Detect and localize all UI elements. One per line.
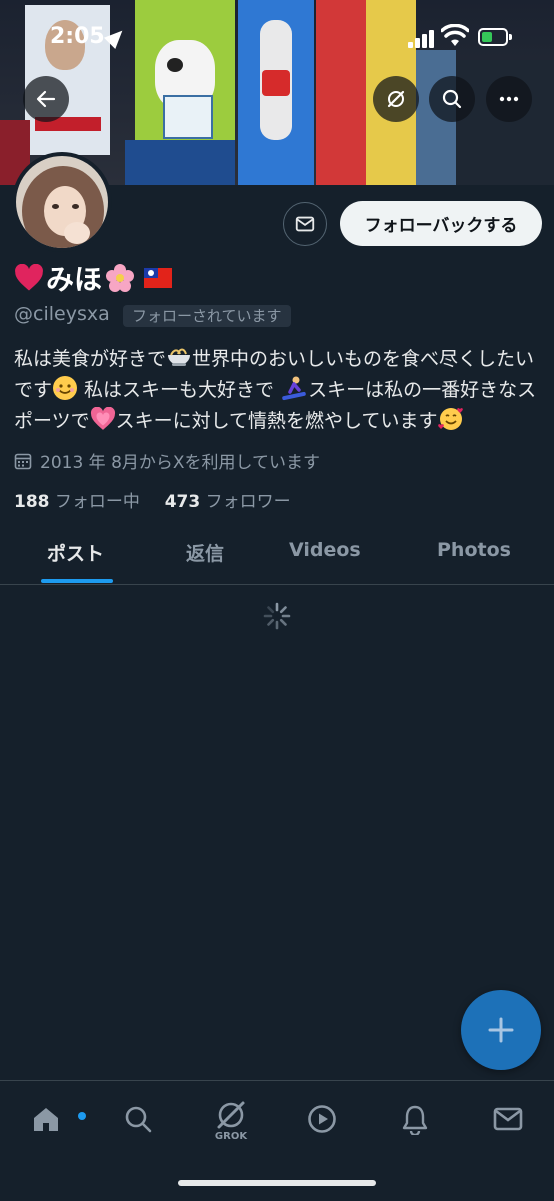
bell-icon	[402, 1105, 428, 1135]
following-link[interactable]: 188 フォロー中	[14, 492, 140, 512]
nav-video[interactable]	[300, 1097, 344, 1141]
compose-post-button[interactable]	[461, 990, 541, 1070]
battery-icon	[478, 28, 512, 46]
grok-icon	[387, 90, 405, 108]
smiling-face-with-hearts-emoji	[437, 408, 463, 430]
status-time: 2:05	[50, 24, 105, 49]
join-date: 2013 年 8月からXを利用しています	[14, 448, 320, 473]
avatar[interactable]	[12, 152, 112, 252]
followers-label: フォロワー	[205, 492, 291, 512]
following-count: 188	[14, 492, 50, 512]
tab-replies[interactable]: 返信	[186, 539, 224, 566]
home-icon	[34, 1108, 58, 1131]
follow-stats: 188 フォロー中 473 フォロワー	[14, 487, 291, 512]
cherry-blossom-emoji	[106, 264, 135, 292]
red-heart-emoji	[15, 264, 43, 291]
profile-tabs: ポスト 返信 Videos Photos	[0, 526, 554, 585]
taiwan-flag-emoji	[144, 268, 173, 288]
envelope-icon	[493, 1107, 523, 1131]
search-icon	[125, 1106, 152, 1133]
nav-search[interactable]	[116, 1097, 160, 1141]
join-date-text: 2013 年 8月からXを利用しています	[40, 453, 321, 473]
nav-messages[interactable]	[486, 1097, 530, 1141]
smiling-face-emoji	[53, 376, 78, 400]
profile-bio: 私は美食が好きで 世界中のおいしいものを食べ尽くしたいです 私はスキーも大好きで …	[14, 344, 542, 437]
arrow-left-icon	[36, 90, 56, 108]
search-icon	[442, 89, 462, 109]
snowboarder-emoji	[282, 376, 306, 401]
display-name: みほ	[14, 258, 173, 298]
home-indicator[interactable]	[178, 1180, 376, 1186]
loading-spinner-icon	[263, 602, 291, 630]
calendar-icon	[14, 453, 32, 469]
plus-icon	[488, 1017, 514, 1043]
nav-notifications[interactable]	[393, 1097, 437, 1141]
message-button[interactable]	[283, 202, 327, 246]
growing-heart-emoji	[90, 406, 115, 430]
bio-text: スキーに対して情熱を燃やしています	[115, 410, 438, 432]
banner-sign	[125, 140, 235, 185]
search-button[interactable]	[429, 76, 475, 122]
follow-back-button[interactable]: フォローバックする	[340, 201, 542, 246]
tab-posts[interactable]: ポスト	[47, 539, 104, 566]
active-tab-indicator	[41, 579, 113, 583]
play-circle-icon	[308, 1105, 336, 1133]
followers-link[interactable]: 473 フォロワー	[165, 492, 291, 512]
user-handle: @cileysxa	[14, 303, 110, 325]
wifi-icon	[441, 24, 469, 46]
envelope-icon	[295, 216, 315, 232]
more-options-button[interactable]	[486, 76, 532, 122]
follows-you-badge: フォローされています	[123, 305, 291, 327]
status-bar: 2:05	[0, 0, 554, 76]
grok-button[interactable]	[373, 76, 419, 122]
tab-photos[interactable]: Photos	[437, 539, 511, 561]
display-name-text: みほ	[46, 263, 103, 296]
location-arrow-icon	[103, 24, 129, 50]
noodle-bowl-emoji	[168, 348, 191, 366]
notification-dot	[78, 1112, 86, 1120]
tab-videos[interactable]: Videos	[289, 539, 361, 561]
followers-count: 473	[164, 492, 201, 512]
grok-label: GROK	[214, 1131, 248, 1142]
cellular-signal-icon	[408, 30, 434, 48]
back-button[interactable]	[23, 76, 69, 122]
more-horizontal-icon	[499, 96, 519, 102]
bio-text: 私は美食が好きで	[14, 348, 167, 370]
following-label: フォロー中	[54, 492, 140, 512]
bio-text: 私はスキーも大好きで	[78, 379, 275, 401]
nav-home[interactable]	[24, 1097, 86, 1141]
grok-icon	[217, 1101, 245, 1129]
